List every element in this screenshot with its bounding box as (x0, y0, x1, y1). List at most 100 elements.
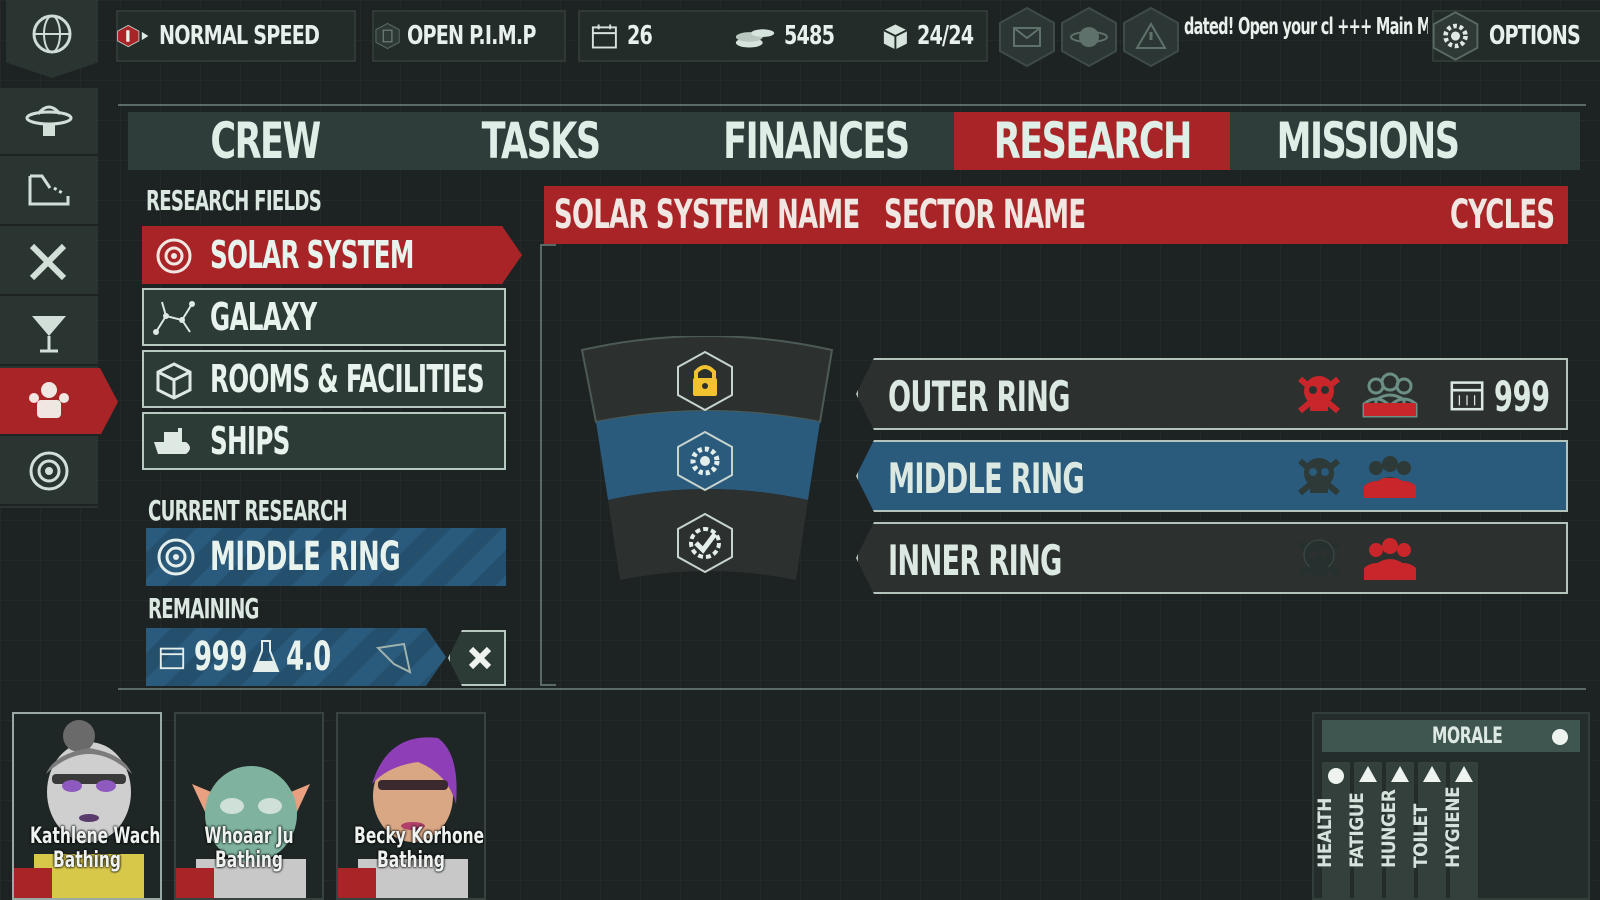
tab-crew[interactable]: CREW (128, 112, 403, 170)
stat-hygiene: HYGIENE (1442, 762, 1478, 900)
crew-group-icon (1364, 456, 1416, 498)
crew-group-icon (1364, 538, 1416, 580)
speed-control[interactable]: NORMAL SPEED (116, 10, 356, 62)
spaceship-icon (25, 105, 73, 136)
crew-portrait-1[interactable]: Kathlene Wachowia Bathing (12, 712, 162, 900)
coins-icon (736, 29, 775, 48)
morale-header: MORALE (1322, 720, 1580, 752)
morale-panel: MORALE HEALTH FATIGUE HUNGER TOILET HYGI… (1312, 712, 1590, 900)
ring-cycles: 999 (1494, 372, 1550, 421)
morale-title: MORALE (1432, 724, 1503, 749)
left-sidebar (0, 88, 118, 508)
gear-icon (1432, 11, 1479, 61)
skull-icon (1298, 539, 1340, 578)
open-pimp-button[interactable]: OPEN P.I.M.P (372, 10, 566, 62)
flask-icon (252, 640, 280, 672)
day-counter: 26 (626, 21, 653, 51)
crew-portrait-2[interactable]: Whoaar Ju Bathing (174, 712, 324, 900)
crew-name: Becky Korhonen (354, 824, 486, 849)
crew-icon (29, 382, 69, 418)
col-solar-system-name: SOLAR SYSTEM NAME (554, 192, 860, 238)
orbit-icon (157, 538, 195, 576)
ring-row-middle[interactable]: MIDDLE RING (856, 440, 1568, 512)
sidebar-build-button[interactable] (0, 158, 98, 226)
calendar-icon (591, 24, 617, 49)
money-counter: 5485 (784, 21, 835, 51)
box-icon (883, 24, 907, 50)
sidebar-tools-button[interactable] (0, 228, 98, 296)
remaining-cycles: 999 (194, 634, 248, 680)
home-globe-button[interactable] (6, 0, 98, 78)
mail-icon[interactable] (996, 6, 1058, 68)
crew-name: Whoaar Ju (204, 824, 294, 849)
crew-badge (14, 868, 52, 898)
stat-arrow-up (1423, 766, 1441, 782)
crew-group-icon (1362, 372, 1418, 418)
stat-arrow-up (1359, 766, 1377, 782)
col-cycles: CYCLES (1450, 192, 1555, 238)
speed-label: NORMAL SPEED (158, 21, 320, 51)
stat-arrow-up (1455, 766, 1473, 782)
col-sector-name: SECTOR NAME (884, 192, 1086, 238)
crew-portrait-3[interactable]: Becky Korhonen Bathing (336, 712, 486, 900)
remaining-science: 4.0 (286, 634, 331, 680)
field-galaxy[interactable]: GALAXY (142, 288, 506, 346)
field-rooms-facilities[interactable]: ROOMS & FACILITIES (142, 350, 506, 408)
tab-tasks[interactable]: TASKS (403, 112, 678, 170)
pause-hex-icon (117, 24, 140, 48)
orbit-icon (29, 451, 69, 491)
ship-icon (154, 428, 190, 454)
clipboard-hex-icon (375, 22, 400, 50)
lock-icon (677, 350, 733, 412)
current-research-heading: CURRENT RESEARCH (148, 494, 348, 527)
capacity-counter: 24/24 (917, 21, 974, 51)
options-label: OPTIONS (1489, 21, 1581, 51)
orbit-icon (156, 238, 192, 274)
ring-row-outer[interactable]: OUTER RING 999 (856, 358, 1568, 430)
planet-icon[interactable] (1058, 6, 1120, 68)
field-ships[interactable]: SHIPS (142, 412, 506, 470)
cocktail-icon (32, 316, 66, 353)
skull-icon (1298, 458, 1340, 496)
skull-icon (1298, 376, 1340, 414)
sidebar-ship-button[interactable] (0, 88, 98, 156)
remaining-heading: REMAINING (148, 592, 259, 625)
tab-finances[interactable]: FINANCES (678, 112, 953, 170)
warning-icon[interactable] (1120, 6, 1182, 68)
pimp-label: OPEN P.I.M.P (407, 21, 536, 51)
crew-name: Kathlene Wachowia (30, 824, 161, 849)
remaining-panel: 999 4.0 (146, 628, 446, 686)
play-icon[interactable] (141, 24, 149, 48)
gear-progress-icon (677, 430, 733, 492)
ring-row-inner[interactable]: INNER RING (856, 522, 1568, 594)
news-ticker: dated! Open your cl +++ Main Missi (1184, 14, 1428, 40)
sidebar-crew-button[interactable] (0, 368, 118, 436)
resources-bar: 26 5485 24/24 (578, 10, 988, 62)
calendar-icon (1450, 381, 1484, 411)
cube-icon (156, 362, 192, 400)
crew-badge (176, 868, 214, 898)
close-icon (468, 646, 492, 670)
stat-dot (1328, 768, 1344, 784)
tools-icon (29, 243, 67, 281)
options-button[interactable]: OPTIONS (1432, 10, 1600, 62)
sidebar-research-button[interactable] (0, 438, 98, 506)
research-fields-heading: RESEARCH FIELDS (146, 184, 322, 217)
sidebar-bar-button[interactable] (0, 298, 98, 366)
tab-research[interactable]: RESEARCH (954, 112, 1230, 170)
crew-badge (338, 868, 376, 898)
stat-arrow-up (1391, 766, 1409, 782)
divider (540, 244, 556, 686)
main-tabs: CREW TASKS FINANCES RESEARCH MISSIONS (128, 112, 1580, 170)
gear-check-icon (677, 512, 733, 574)
current-research-label: MIDDLE RING (210, 534, 401, 580)
globe-icon (32, 14, 72, 54)
morale-indicator (1552, 729, 1568, 745)
field-solar-system[interactable]: SOLAR SYSTEM (142, 226, 522, 284)
constellation-icon (153, 301, 195, 335)
build-room-icon (28, 174, 70, 206)
tab-missions[interactable]: MISSIONS (1230, 112, 1505, 170)
calendar-icon (159, 647, 185, 670)
current-research-item: MIDDLE RING (146, 528, 506, 586)
ship-outline-icon (375, 642, 412, 674)
